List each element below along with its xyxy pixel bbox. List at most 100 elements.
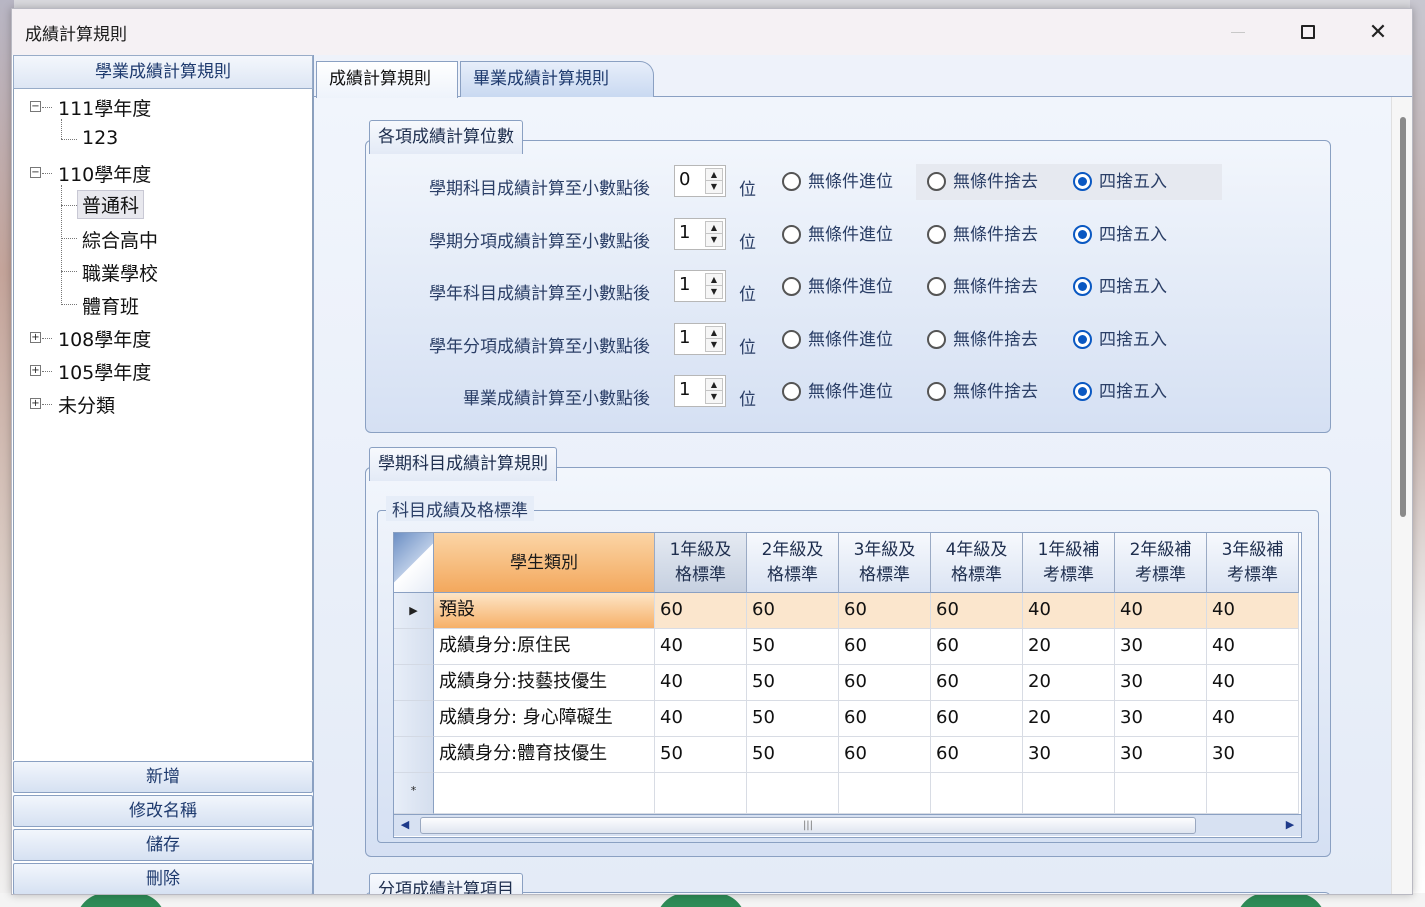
minimize-button[interactable] xyxy=(1218,17,1258,47)
delete-button[interactable]: 刪除 xyxy=(13,863,313,894)
tree-node-110[interactable]: 110學年度 xyxy=(58,160,151,187)
radio-round-half[interactable]: 四捨五入 xyxy=(1071,380,1167,406)
spin-up-icon[interactable]: ▲ xyxy=(706,379,722,391)
decimal-group-title: 各項成績計算位數 xyxy=(369,120,523,154)
save-button[interactable]: 儲存 xyxy=(13,829,313,861)
tree-node-general[interactable]: 普通科 xyxy=(77,190,145,219)
grid-select-all[interactable] xyxy=(394,533,434,593)
row-label: 學期分項成績計算至小數點後 xyxy=(429,232,650,252)
grid-header[interactable]: 3年級及 格標準 xyxy=(839,533,931,593)
tree-node-111[interactable]: 111學年度 xyxy=(58,94,151,121)
decimal-spinner[interactable]: 1 ▲ ▼ xyxy=(674,323,726,355)
spin-up-icon[interactable]: ▲ xyxy=(706,222,722,234)
collapse-icon[interactable]: − xyxy=(30,167,41,178)
tree-node-sports[interactable]: 體育班 xyxy=(82,292,139,319)
scroll-left-icon[interactable]: ◀ xyxy=(398,818,412,832)
scroll-right-icon[interactable]: ▶ xyxy=(1283,818,1297,832)
radio-round-up[interactable]: 無條件進位 xyxy=(780,380,893,406)
radio-icon xyxy=(782,382,801,401)
radio-round-up[interactable]: 無條件進位 xyxy=(780,223,893,249)
expand-icon[interactable]: + xyxy=(30,365,41,376)
close-icon: ✕ xyxy=(1368,19,1388,45)
radio-icon xyxy=(1073,172,1092,191)
tree-node-105[interactable]: 105學年度 xyxy=(58,358,151,385)
tree-node-uncategorized[interactable]: 未分類 xyxy=(58,391,115,418)
unit-label: 位 xyxy=(739,390,756,410)
radio-round-up[interactable]: 無條件進位 xyxy=(780,170,893,196)
pass-standard-grid[interactable]: 學生類別 1年級及 格標準 2年級及 格標準 3年級及 格標準 4年級及 格標準 1年級… xyxy=(393,532,1302,838)
grid-header[interactable]: 學生類別 xyxy=(434,533,655,593)
window-title: 成績計算規則 xyxy=(25,25,127,45)
spin-up-icon[interactable]: ▲ xyxy=(706,274,722,286)
radio-round-down[interactable]: 無條件捨去 xyxy=(925,380,1038,406)
radio-round-up[interactable]: 無條件進位 xyxy=(780,328,893,354)
decimal-spinner[interactable]: 1 ▲ ▼ xyxy=(674,375,726,407)
radio-icon xyxy=(782,277,801,296)
grid-horizontal-scrollbar[interactable]: ◀ ||| ▶ xyxy=(394,814,1301,836)
tab-graduation-rules[interactable]: 畢業成績計算規則 xyxy=(460,61,654,97)
expand-icon[interactable]: + xyxy=(30,398,41,409)
radio-round-down[interactable]: 無條件捨去 xyxy=(925,170,1038,196)
spin-down-icon[interactable]: ▼ xyxy=(706,286,722,298)
unit-label: 位 xyxy=(739,180,756,200)
radio-round-down[interactable]: 無條件捨去 xyxy=(925,328,1038,354)
tree-node-123[interactable]: 123 xyxy=(82,127,118,149)
spin-down-icon[interactable]: ▼ xyxy=(706,391,722,403)
row-label: 學年科目成績計算至小數點後 xyxy=(429,284,650,304)
scroll-thumb[interactable] xyxy=(1400,117,1406,517)
radio-round-half[interactable]: 四捨五入 xyxy=(1071,223,1167,249)
tab-score-rules[interactable]: 成績計算規則 xyxy=(316,61,458,98)
radio-round-down[interactable]: 無條件捨去 xyxy=(925,275,1038,301)
vertical-scrollbar[interactable] xyxy=(1391,97,1412,894)
radio-icon xyxy=(927,277,946,296)
rename-button[interactable]: 修改名稱 xyxy=(13,795,313,827)
tree-node-108[interactable]: 108學年度 xyxy=(58,325,151,352)
radio-icon xyxy=(1073,225,1092,244)
decimal-spinner[interactable]: 1 ▲ ▼ xyxy=(674,218,726,250)
radio-round-up[interactable]: 無條件進位 xyxy=(780,275,893,301)
subject-group-title: 學期科目成績計算規則 xyxy=(369,447,557,481)
radio-icon xyxy=(782,330,801,349)
new-row-icon[interactable]: * xyxy=(394,773,434,814)
radio-round-down[interactable]: 無條件捨去 xyxy=(925,223,1038,249)
spin-up-icon[interactable]: ▲ xyxy=(706,169,722,181)
add-button[interactable]: 新增 xyxy=(13,761,313,793)
decimal-spinner[interactable]: 0 ▲ ▼ xyxy=(674,165,726,197)
grid-header[interactable]: 1年級補 考標準 xyxy=(1023,533,1115,593)
decimal-spinner[interactable]: 1 ▲ ▼ xyxy=(674,270,726,302)
grid-header[interactable]: 4年級及 格標準 xyxy=(931,533,1023,593)
radio-icon xyxy=(782,225,801,244)
radio-round-half[interactable]: 四捨五入 xyxy=(1071,328,1167,354)
grid-header[interactable]: 2年級及 格標準 xyxy=(747,533,839,593)
rules-tree[interactable]: − 111學年度 123 − 110學年度 普通科 綜合高中 職業學校 體育班 … xyxy=(13,89,313,760)
radio-icon xyxy=(927,330,946,349)
title-bar[interactable]: 成績計算規則 ✕ xyxy=(12,9,1412,55)
maximize-icon xyxy=(1301,25,1315,39)
tree-node-comprehensive[interactable]: 綜合高中 xyxy=(82,226,158,253)
expand-icon[interactable]: + xyxy=(30,332,41,343)
collapse-icon[interactable]: − xyxy=(30,101,41,112)
current-row-icon[interactable]: ▶ xyxy=(394,593,434,629)
radio-icon xyxy=(927,382,946,401)
row-label: 學年分項成績計算至小數點後 xyxy=(429,337,650,357)
spin-down-icon[interactable]: ▼ xyxy=(706,234,722,246)
radio-icon xyxy=(1073,330,1092,349)
scroll-thumb[interactable]: ||| xyxy=(420,817,1196,834)
radio-round-half[interactable]: 四捨五入 xyxy=(1071,170,1167,196)
radio-round-half[interactable]: 四捨五入 xyxy=(1071,275,1167,301)
spin-down-icon[interactable]: ▼ xyxy=(706,339,722,351)
tab-strip: 畢業成績計算規則 成績計算規則 xyxy=(314,55,1412,98)
rules-panel-header: 學業成績計算規則 xyxy=(13,55,313,89)
grid-header[interactable]: 3年級補 考標準 xyxy=(1207,533,1299,593)
grid-header[interactable]: 1年級及 格標準 xyxy=(655,533,747,593)
rules-window: 成績計算規則 ✕ 學業成績計算規則 − 111學年度 123 − 110學年度 … xyxy=(11,8,1413,895)
tree-node-vocational[interactable]: 職業學校 xyxy=(82,259,158,286)
radio-icon xyxy=(1073,277,1092,296)
minimize-icon xyxy=(1231,31,1245,33)
spin-down-icon[interactable]: ▼ xyxy=(706,181,722,193)
grid-header[interactable]: 2年級補 考標準 xyxy=(1115,533,1207,593)
spin-up-icon[interactable]: ▲ xyxy=(706,327,722,339)
close-button[interactable]: ✕ xyxy=(1358,17,1398,47)
pass-standard-legend: 科目成績及格標準 xyxy=(386,496,534,521)
maximize-button[interactable] xyxy=(1288,17,1328,47)
